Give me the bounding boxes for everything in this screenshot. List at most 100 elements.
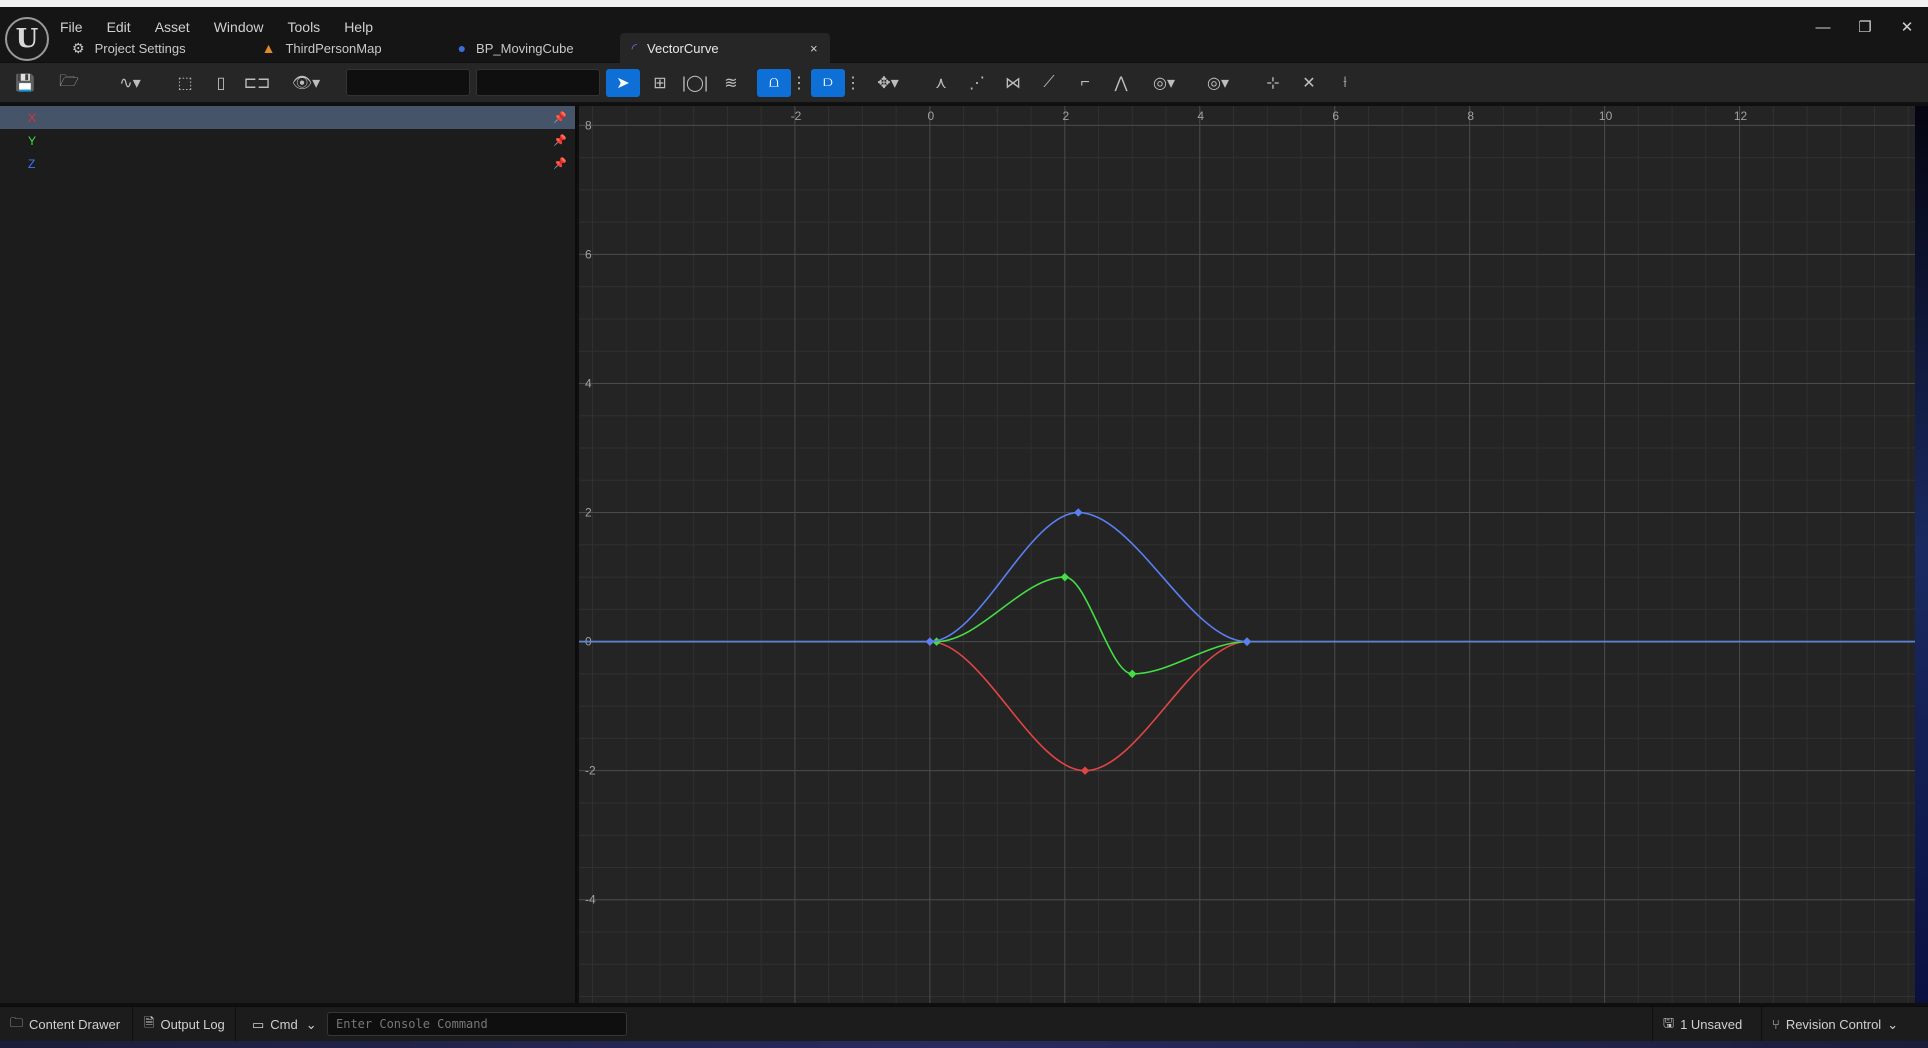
close-window-button[interactable]: ✕	[1886, 14, 1928, 40]
drawer-icon: 🗀	[10, 1014, 24, 1030]
tab-label: ThirdPersonMap	[285, 40, 382, 56]
key-point-z	[925, 637, 935, 646]
y-tick-label: 4	[585, 376, 592, 390]
branch-icon: ⑂	[1772, 1017, 1780, 1032]
key-point-x	[1080, 766, 1090, 775]
window-controls: — ❐ ✕	[1802, 14, 1928, 40]
time-input[interactable]	[346, 69, 470, 96]
unsaved-button[interactable]: 🖫 1 Unsaved	[1652, 1007, 1762, 1042]
close-tab-icon[interactable]: ×	[810, 41, 818, 56]
frame-vertical-icon[interactable]: ▯	[208, 69, 234, 97]
taskbar-strip	[0, 1041, 1928, 1048]
blueprint-icon: ●	[457, 40, 467, 56]
straighten-tangents-icon[interactable]: ✕	[1296, 69, 1322, 97]
channel-row-x[interactable]: X 📌	[0, 106, 575, 129]
curve-y	[579, 576, 1915, 675]
curve-toolbar: 💾 🗁 ∿▾ ⬚ ▯ ⊏⊐ 👁▾ ➤ ⊞ |◯| ≋ ⩍ ⋮ ⫐ ⋮ ✥▾ ⋏ …	[0, 63, 1928, 103]
unreal-logo-icon[interactable]: U	[5, 17, 49, 61]
tab-label: Project Settings	[94, 40, 186, 56]
curve-icon: ◜	[631, 39, 638, 56]
tab-bp-moving-cube[interactable]: ● BP_MovingCube	[446, 33, 586, 63]
browse-icon[interactable]: 🗁	[55, 69, 83, 97]
channel-label-y: Y	[28, 133, 37, 148]
user-tangent-icon[interactable]: ⋰	[964, 69, 990, 97]
channel-tree-panel: X 📌 Y 📌 Z 📌	[0, 106, 577, 1003]
multi-scale-tool-icon[interactable]: ≋	[716, 69, 746, 97]
console-command-input[interactable]: Enter Console Command	[327, 1012, 627, 1036]
content-drawer-label: Content Drawer	[29, 1017, 121, 1032]
channel-row-z[interactable]: Z 📌	[0, 152, 575, 175]
curve-filter-icon[interactable]: ⟊	[1332, 69, 1358, 97]
gear-icon: ⚙	[72, 39, 85, 56]
cmd-label: Cmd	[270, 1017, 298, 1032]
status-bar: 🗀 Content Drawer 🗎 Output Log ▭ Cmd ⌄ En…	[0, 1006, 1928, 1042]
output-log-button[interactable]: 🗎 Output Log	[134, 1007, 236, 1042]
frame-horizontal-icon[interactable]: ⊏⊐	[244, 69, 271, 97]
y-tick-label: 8	[585, 118, 592, 132]
top-strip	[0, 0, 1928, 7]
save-icon[interactable]: 💾	[12, 69, 38, 97]
curve-graph[interactable]: -2 0 2 4 6 8 10 12 8 6 4 2 0 -2 -4	[579, 106, 1915, 1003]
x-tick-label: 10	[1599, 109, 1613, 123]
weighted-tangent-icon[interactable]: ⋀	[1108, 69, 1134, 97]
x-tick-label: -2	[791, 109, 802, 123]
flatten-tangents-icon[interactable]: ⊹	[1260, 69, 1286, 97]
frame-selection-icon[interactable]: ⬚	[172, 69, 198, 97]
snap-value-icon[interactable]: ⩍	[757, 69, 791, 97]
content-drawer-button[interactable]: 🗀 Content Drawer	[0, 1007, 133, 1042]
channel-label-z: Z	[28, 156, 36, 171]
snap-time-icon[interactable]: ⫐	[811, 69, 845, 97]
x-tick-label: 8	[1467, 109, 1474, 123]
pin-icon[interactable]: 📌	[553, 134, 567, 147]
key-point-z	[1242, 637, 1252, 646]
minimize-button[interactable]: —	[1802, 14, 1844, 40]
key-point-y	[1060, 572, 1070, 582]
map-icon: ▲	[261, 40, 276, 56]
snap-time-options-icon[interactable]: ⋮	[845, 69, 861, 97]
x-tick-label: 12	[1734, 109, 1748, 123]
transform-tool-icon[interactable]: ⊞	[646, 69, 674, 97]
y-tick-label: -4	[585, 893, 596, 907]
cmd-dropdown[interactable]: ▭ Cmd ⌄	[242, 1007, 320, 1042]
log-icon: 🗎	[144, 1014, 155, 1030]
unsaved-icon: 🖫	[1663, 1014, 1675, 1030]
key-point-y	[1128, 669, 1137, 679]
x-tick-label: 0	[928, 109, 935, 123]
visibility-dropdown-icon[interactable]: 👁▾	[286, 69, 326, 97]
tab-project-settings[interactable]: ⚙ Project Settings	[60, 33, 198, 63]
revision-control-button[interactable]: ⑂ Revision Control ⌄	[1762, 1007, 1912, 1042]
key-point-z	[1074, 508, 1083, 517]
unsaved-label: 1 Unsaved	[1680, 1017, 1743, 1032]
pin-icon[interactable]: 📌	[553, 111, 567, 124]
curve-view-dropdown-icon[interactable]: ∿▾	[110, 69, 150, 97]
output-log-label: Output Log	[160, 1017, 225, 1032]
pin-icon[interactable]: 📌	[553, 157, 567, 170]
value-input[interactable]	[476, 69, 600, 96]
retime-tool-icon[interactable]: |◯|	[681, 69, 709, 97]
x-tick-label: 4	[1197, 109, 1204, 123]
tab-vector-curve[interactable]: ◜ VectorCurve ×	[619, 33, 830, 63]
x-tick-label: 2	[1062, 109, 1069, 123]
y-tick-label: -2	[585, 764, 596, 778]
tab-third-person-map[interactable]: ▲ ThirdPersonMap	[250, 33, 394, 63]
linear-tangent-icon[interactable]: ⟋	[1036, 69, 1062, 97]
select-tool-icon[interactable]: ➤	[606, 69, 640, 97]
axis-snap-dropdown-icon[interactable]: ✥▾	[868, 69, 908, 97]
constant-tangent-icon[interactable]: ⌐	[1072, 69, 1098, 97]
desktop-edge	[1915, 106, 1928, 1003]
revision-control-label: Revision Control	[1785, 1017, 1882, 1032]
editor-tabs: ⚙ Project Settings ▲ ThirdPersonMap ● BP…	[60, 33, 842, 63]
break-tangent-icon[interactable]: ⋈	[1000, 69, 1026, 97]
pre-infinity-dropdown-icon[interactable]: ◎▾	[1144, 69, 1184, 97]
snap-value-options-icon[interactable]: ⋮	[791, 69, 807, 97]
tab-label: VectorCurve	[647, 40, 719, 56]
post-infinity-dropdown-icon[interactable]: ◎▾	[1198, 69, 1238, 97]
channel-label-x: X	[28, 110, 37, 125]
channel-row-y[interactable]: Y 📌	[0, 129, 575, 152]
tab-label: BP_MovingCube	[476, 40, 574, 56]
restore-button[interactable]: ❐	[1844, 14, 1886, 40]
chevron-down-icon: ⌄	[1887, 1016, 1899, 1032]
auto-tangent-icon[interactable]: ⋏	[928, 69, 954, 97]
chevron-down-icon: ⌄	[305, 1016, 317, 1032]
curve-graph-canvas[interactable]: -2 0 2 4 6 8 10 1286420-2-4	[579, 106, 1915, 1003]
